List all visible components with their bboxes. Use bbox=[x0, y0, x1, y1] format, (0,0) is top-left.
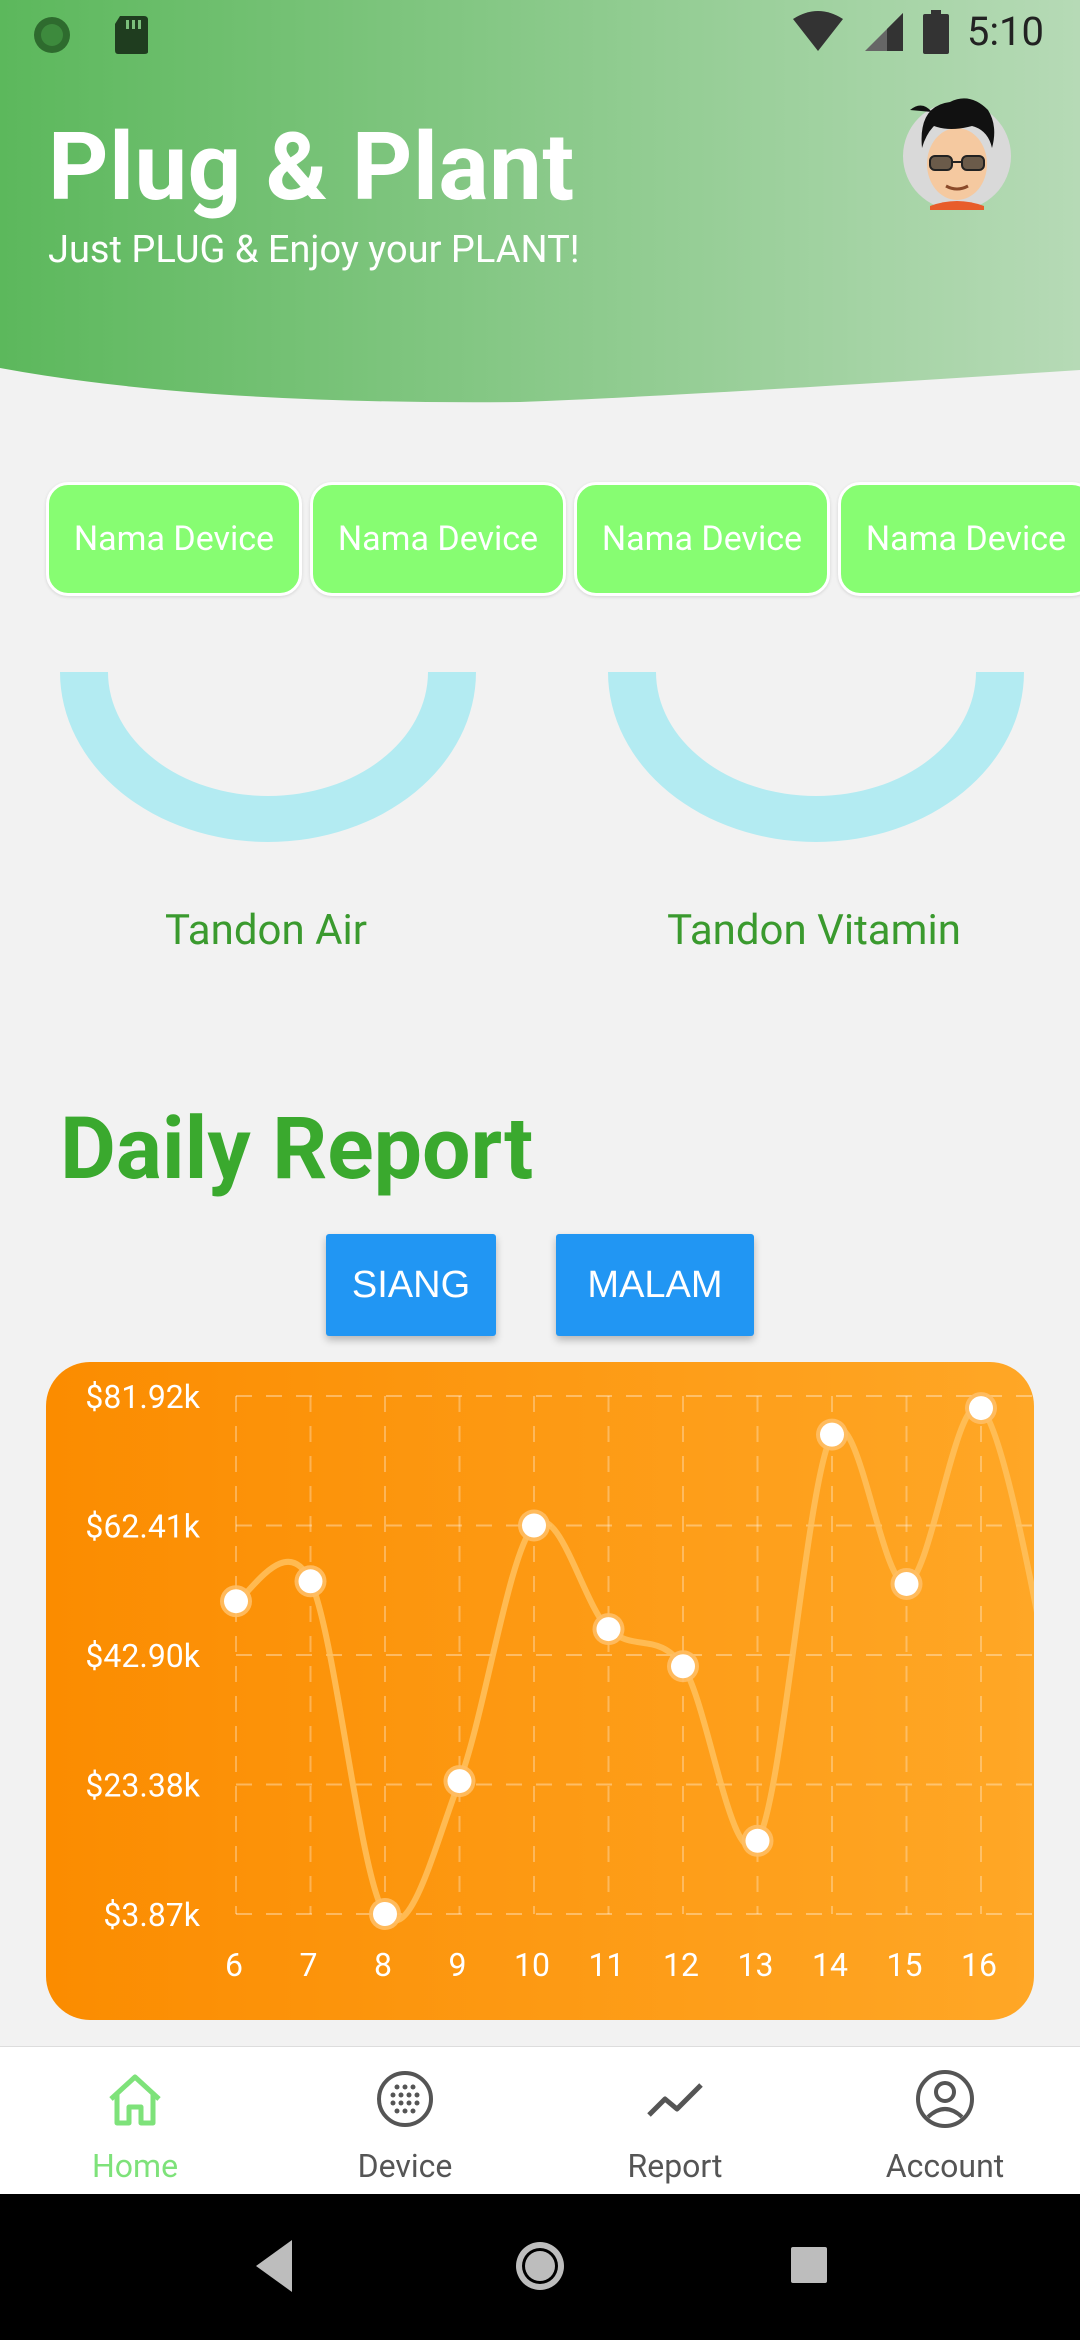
x-tick-label: 16 bbox=[961, 1946, 997, 1984]
device-chip[interactable]: Nama Device bbox=[838, 482, 1080, 596]
back-icon[interactable] bbox=[256, 2240, 292, 2292]
daily-report-chart: $81.92k $62.41k $42.90k $23.38k $3.87k 6 7 8 9 10… bbox=[46, 1362, 1034, 2020]
x-tick-label: 12 bbox=[663, 1946, 699, 1984]
data-point[interactable] bbox=[671, 1654, 695, 1679]
account-icon bbox=[916, 2070, 974, 2128]
home-icon bbox=[109, 2074, 161, 2126]
nav-label-home: Home bbox=[91, 2147, 179, 2185]
status-bar: 5:10 bbox=[0, 0, 1080, 72]
app-subtitle: Just PLUG & Enjoy your PLANT! bbox=[48, 228, 580, 272]
nav-label-device: Device bbox=[357, 2147, 453, 2185]
data-point[interactable] bbox=[373, 1902, 397, 1926]
data-point[interactable] bbox=[522, 1513, 546, 1538]
siang-button[interactable]: SIANG bbox=[326, 1234, 496, 1336]
series-line bbox=[234, 1403, 1034, 1924]
y-tick-label: $23.38k bbox=[85, 1767, 200, 1805]
y-tick-label: $62.41k bbox=[85, 1507, 200, 1545]
tandon-vitamin-gauge bbox=[608, 672, 1024, 842]
data-point[interactable] bbox=[820, 1422, 844, 1447]
data-point[interactable] bbox=[969, 1396, 993, 1421]
line-chart: $81.92k $62.41k $42.90k $23.38k $3.87k 6 7 8 9 10… bbox=[85, 1378, 1034, 1984]
x-tick-label: 8 bbox=[374, 1946, 392, 1984]
y-tick-label: $42.90k bbox=[85, 1637, 200, 1675]
x-tick-label: 9 bbox=[449, 1946, 467, 1984]
x-tick-label: 11 bbox=[589, 1946, 625, 1984]
data-point[interactable] bbox=[745, 1828, 770, 1853]
x-tick-label: 14 bbox=[812, 1946, 848, 1984]
avatar[interactable] bbox=[900, 96, 1014, 210]
device-dots-icon bbox=[377, 2071, 433, 2127]
nav-device[interactable]: Device bbox=[270, 2047, 540, 2195]
x-tick-label: 10 bbox=[514, 1946, 550, 1984]
data-point[interactable] bbox=[894, 1571, 919, 1596]
status-time: 5:10 bbox=[966, 8, 1044, 55]
data-point[interactable] bbox=[447, 1769, 472, 1794]
tandon-air-gauge bbox=[60, 672, 476, 842]
tandon-air-label: Tandon Air bbox=[165, 906, 367, 955]
data-point[interactable] bbox=[224, 1589, 248, 1614]
malam-button[interactable]: MALAM bbox=[556, 1234, 754, 1336]
recents-icon[interactable] bbox=[791, 2247, 827, 2283]
x-tick-label: 13 bbox=[738, 1946, 774, 1984]
sd-card-icon bbox=[115, 16, 148, 54]
data-point[interactable] bbox=[596, 1617, 621, 1642]
tandon-vitamin-label: Tandon Vitamin bbox=[667, 906, 961, 955]
nav-label-report: Report bbox=[627, 2147, 723, 2185]
device-chip[interactable]: Nama Device bbox=[46, 482, 302, 596]
device-chip[interactable]: Nama Device bbox=[310, 482, 566, 596]
bottom-navigation: Home Device Report Account bbox=[0, 2046, 1080, 2195]
nav-home[interactable]: Home bbox=[0, 2047, 270, 2195]
trend-icon bbox=[647, 2083, 703, 2117]
system-navigation-bar bbox=[0, 2194, 1080, 2340]
y-tick-label: $3.87k bbox=[103, 1896, 200, 1934]
device-chip[interactable]: Nama Device bbox=[574, 482, 830, 596]
wifi-icon bbox=[792, 10, 843, 51]
y-tick-label: $81.92k bbox=[85, 1378, 200, 1416]
x-tick-label: 15 bbox=[887, 1946, 923, 1984]
app-header: 5:10 Plug & Plant Just PLUG & Enjoy your… bbox=[0, 0, 1080, 410]
x-tick-label: 7 bbox=[300, 1946, 318, 1984]
device-list: Nama Device Nama Device Nama Device Nama… bbox=[46, 482, 1080, 596]
nav-label-account: Account bbox=[885, 2147, 1005, 2185]
x-tick-label: 6 bbox=[225, 1946, 243, 1984]
battery-icon bbox=[922, 9, 949, 54]
daily-report-title: Daily Report bbox=[60, 1098, 534, 1199]
nav-account[interactable]: Account bbox=[810, 2047, 1080, 2195]
app-title: Plug & Plant bbox=[48, 112, 575, 222]
data-point[interactable] bbox=[298, 1569, 323, 1594]
nav-report[interactable]: Report bbox=[540, 2047, 810, 2195]
signal-icon bbox=[864, 12, 903, 51]
loading-icon bbox=[34, 17, 70, 53]
